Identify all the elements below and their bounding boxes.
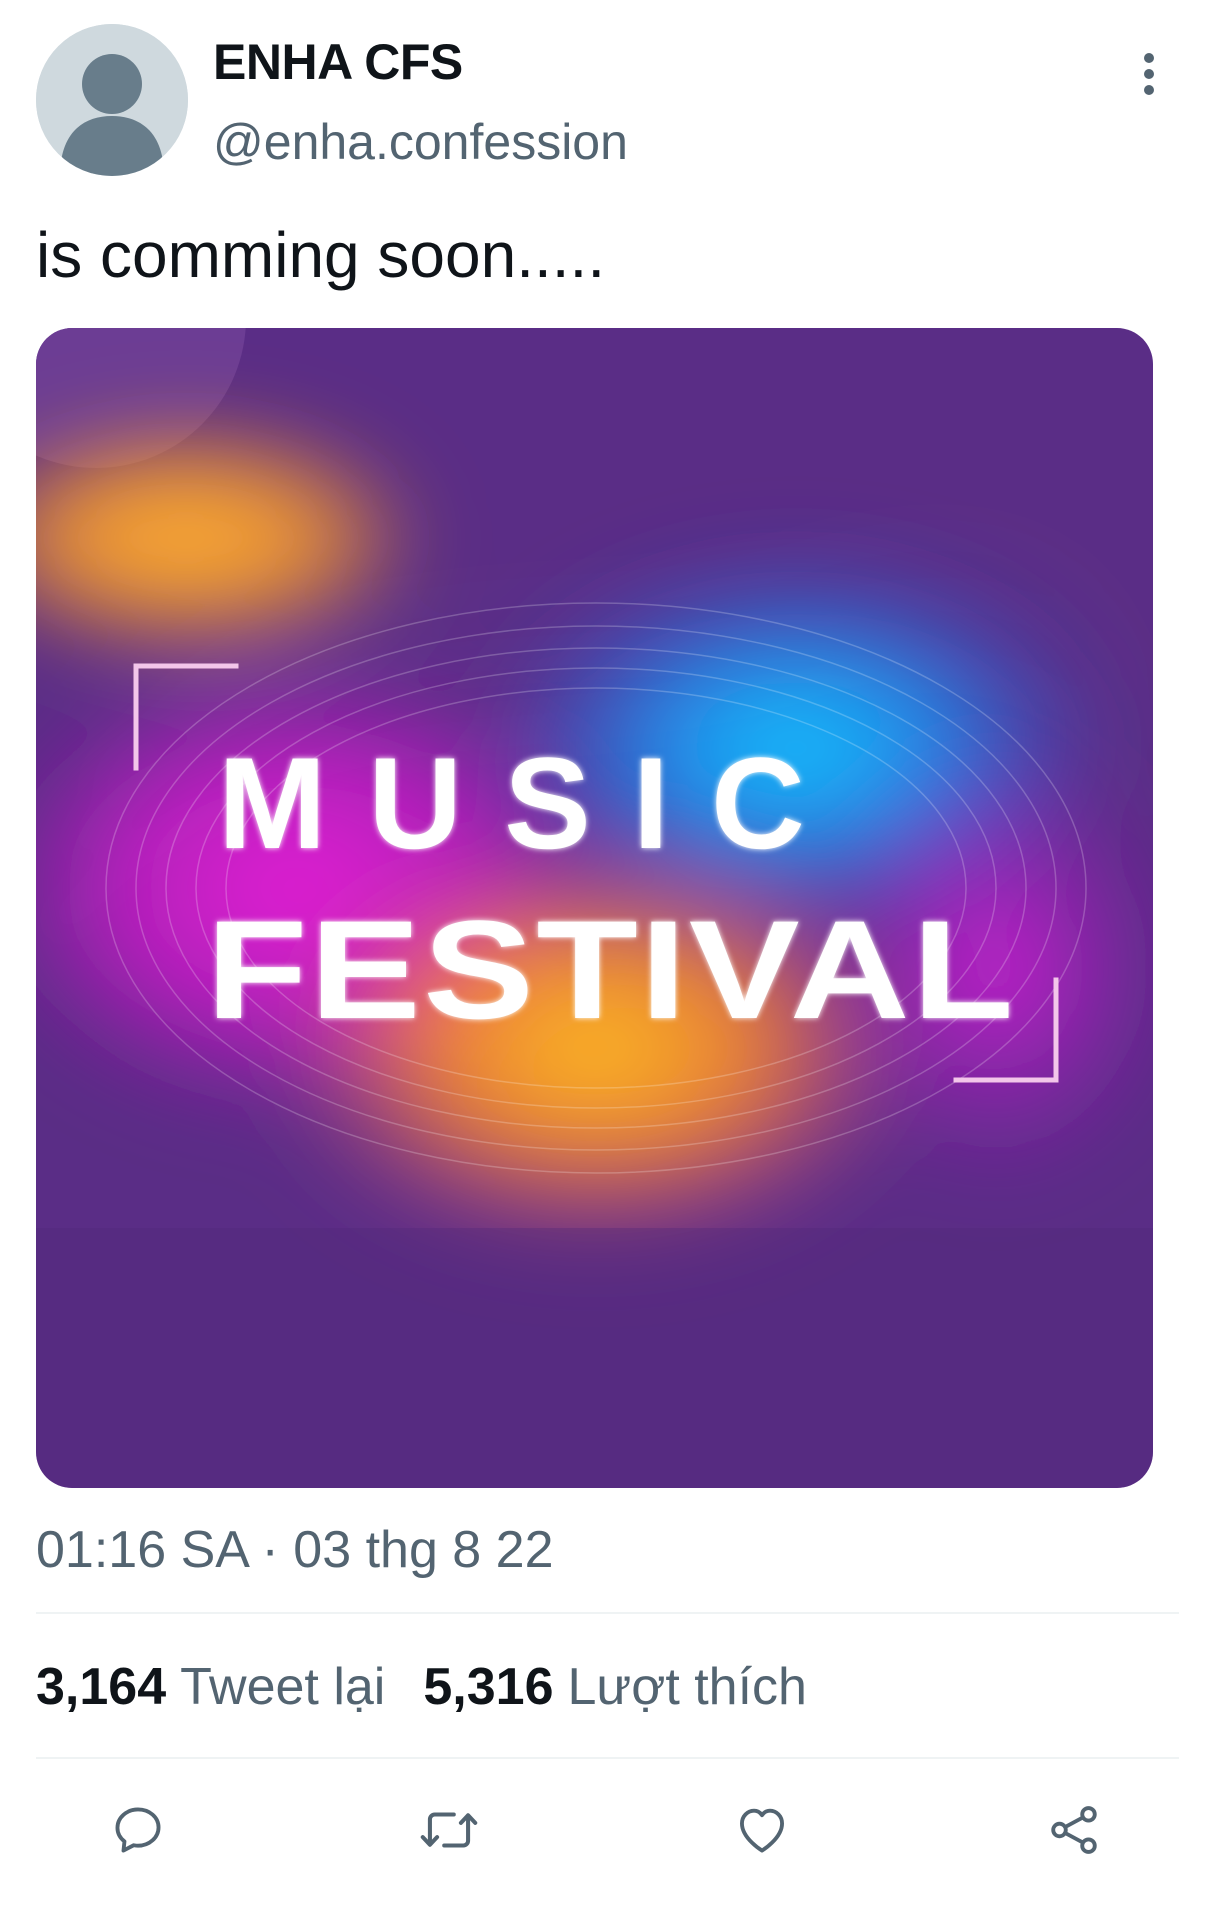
user-handle[interactable]: @enha.confession [213,112,628,172]
poster-line2: FESTIVAL [206,891,1016,1048]
reply-button[interactable] [98,1790,178,1870]
tweet-action-bar [36,1790,1179,1870]
share-button[interactable] [1034,1790,1114,1870]
display-name[interactable]: ENHA CFS [213,32,628,92]
retweet-button[interactable] [409,1790,489,1870]
heart-icon [740,1808,784,1853]
likes-stat[interactable]: 5,316 Lượt thích [423,1655,807,1719]
author-names: ENHA CFS @enha.confession [213,32,628,172]
divider [36,1612,1179,1614]
retweets-count: 3,164 [36,1658,167,1716]
tweet-timestamp[interactable]: 01:16 SA · 03 thg 8 22 [36,1518,554,1582]
likes-label: Lượt thích [567,1658,807,1716]
poster-line1: MUSIC [218,730,847,876]
tweet-media-image[interactable]: MUSIC FESTIVAL [36,328,1153,1488]
tweet-text: is comming soon..... [36,219,606,291]
reply-icon [115,1807,161,1853]
divider [36,1757,1179,1759]
share-icon [1051,1806,1097,1854]
retweet-icon [420,1812,478,1848]
retweets-stat[interactable]: 3,164 Tweet lại [36,1655,385,1719]
more-options-button[interactable] [1119,44,1179,104]
tweet-stats: 3,164 Tweet lại 5,316 Lượt thích [36,1655,845,1719]
more-vertical-icon [1144,53,1154,95]
retweets-label: Tweet lại [180,1658,386,1716]
default-avatar-icon [36,24,188,176]
likes-count: 5,316 [423,1658,554,1716]
like-button[interactable] [722,1790,802,1870]
music-festival-poster: MUSIC FESTIVAL [36,328,1153,1488]
avatar[interactable] [36,24,188,176]
tweet-header: ENHA CFS @enha.confession [36,24,1179,180]
